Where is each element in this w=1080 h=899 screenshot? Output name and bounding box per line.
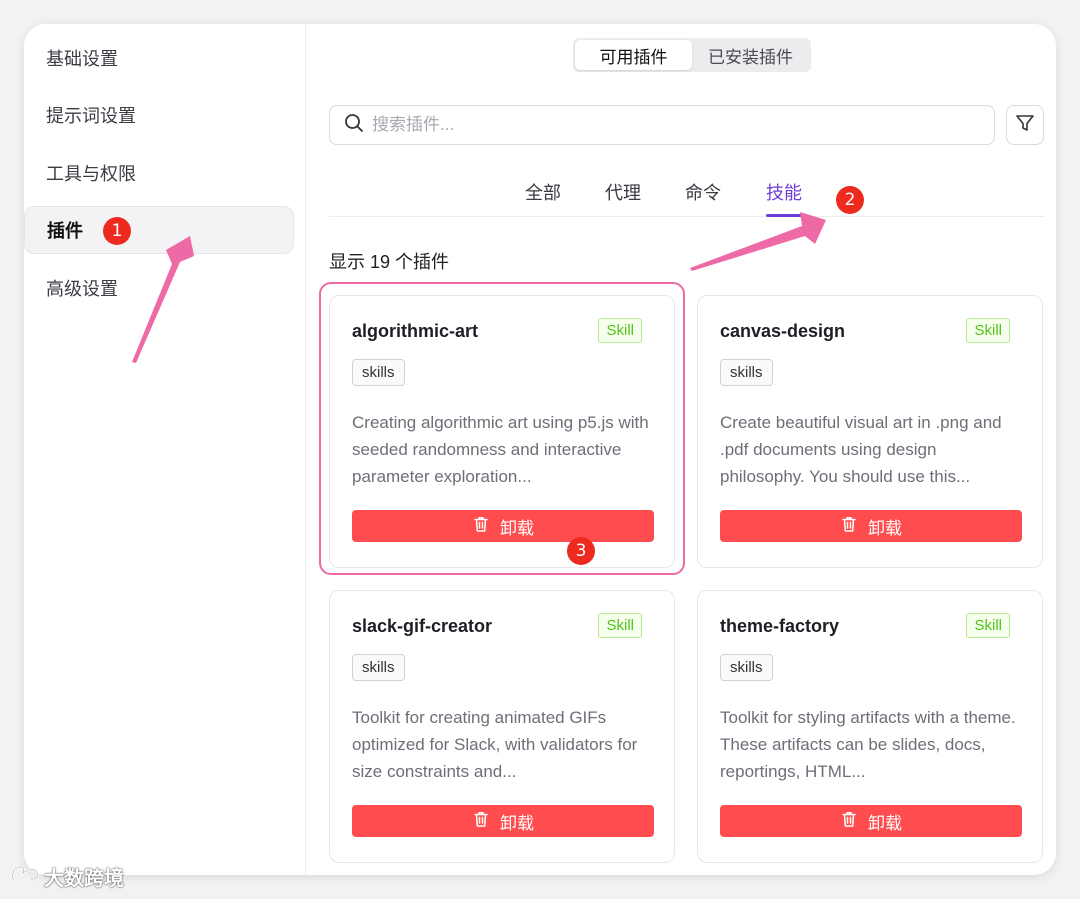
uninstall-button[interactable]: 卸载 (352, 805, 654, 837)
plugin-count: 显示 19 个插件 (329, 252, 450, 272)
uninstall-button[interactable]: 卸载 (352, 510, 654, 542)
plugin-card: slack-gif-creator Skill skills Toolkit f… (329, 590, 675, 863)
trash-icon (472, 515, 490, 538)
tab-all[interactable]: 全部 (525, 179, 561, 217)
watermark: 大数跨境 (10, 862, 124, 891)
skill-badge: Skill (966, 318, 1010, 343)
plugin-title: algorithmic-art (352, 321, 479, 341)
trash-icon (840, 810, 858, 833)
tab-skills[interactable]: 技能 (766, 179, 802, 217)
main-panel: 可用插件 已安装插件 全部 代理 命令 技能 显示 19 个插件 algorit… (307, 24, 1056, 875)
tab-installed-plugins[interactable]: 已安装插件 (692, 40, 809, 70)
plugin-card: algorithmic-art Skill skills Creating al… (329, 295, 675, 568)
trash-icon (472, 810, 490, 833)
watermark-text: 大数跨境 (44, 868, 124, 890)
plugin-description: Creating algorithmic art using p5.js wit… (352, 413, 649, 486)
plugin-source-toggle: 可用插件 已安装插件 (573, 38, 811, 72)
annotation-marker-3: 3 (567, 537, 595, 565)
sidebar-item-basic[interactable]: 基础设置 (24, 34, 294, 82)
uninstall-label: 卸载 (500, 518, 534, 538)
annotation-marker-1: 1 (103, 217, 131, 245)
uninstall-label: 卸载 (500, 813, 534, 833)
sidebar-item-plugins[interactable]: 插件 (24, 206, 294, 254)
plugin-title: slack-gif-creator (352, 616, 493, 636)
trash-icon (840, 515, 858, 538)
settings-window: 基础设置 提示词设置 工具与权限 插件 高级设置 可用插件 已安装插件 全部 代… (24, 24, 1056, 875)
filter-button[interactable] (1006, 105, 1044, 145)
sidebar-item-advanced[interactable]: 高级设置 (24, 264, 294, 312)
tab-available-plugins[interactable]: 可用插件 (575, 40, 692, 70)
uninstall-label: 卸载 (868, 813, 902, 833)
category-tag: skills (352, 654, 405, 681)
search-box (329, 105, 995, 145)
sidebar-item-prompts[interactable]: 提示词设置 (24, 91, 294, 139)
sidebar: 基础设置 提示词设置 工具与权限 插件 高级设置 (24, 24, 306, 875)
category-tag: skills (720, 359, 773, 386)
sidebar-item-tools[interactable]: 工具与权限 (24, 149, 294, 197)
plugin-card: canvas-design Skill skills Create beauti… (697, 295, 1043, 568)
skill-badge: Skill (966, 613, 1010, 638)
plugin-title: canvas-design (720, 321, 846, 341)
category-tag: skills (352, 359, 405, 386)
watermark-logo-icon (10, 863, 40, 891)
skill-badge: Skill (598, 318, 642, 343)
uninstall-button[interactable]: 卸载 (720, 805, 1022, 837)
plugin-card: theme-factory Skill skills Toolkit for s… (697, 590, 1043, 863)
search-icon (344, 113, 364, 138)
annotation-marker-2: 2 (836, 186, 864, 214)
plugin-title: theme-factory (720, 616, 840, 636)
category-tag: skills (720, 654, 773, 681)
uninstall-label: 卸载 (868, 518, 902, 538)
plugin-description: Toolkit for styling artifacts with a the… (720, 708, 1016, 781)
search-input[interactable] (372, 115, 972, 135)
tab-agents[interactable]: 代理 (605, 179, 641, 217)
tab-commands[interactable]: 命令 (685, 179, 721, 217)
filter-icon (1015, 113, 1035, 138)
plugin-description: Create beautiful visual art in .png and … (720, 413, 1002, 486)
category-tabs: 全部 代理 命令 技能 (329, 172, 1045, 217)
skill-badge: Skill (598, 613, 642, 638)
uninstall-button[interactable]: 卸载 (720, 510, 1022, 542)
plugin-description: Toolkit for creating animated GIFs optim… (352, 708, 638, 781)
